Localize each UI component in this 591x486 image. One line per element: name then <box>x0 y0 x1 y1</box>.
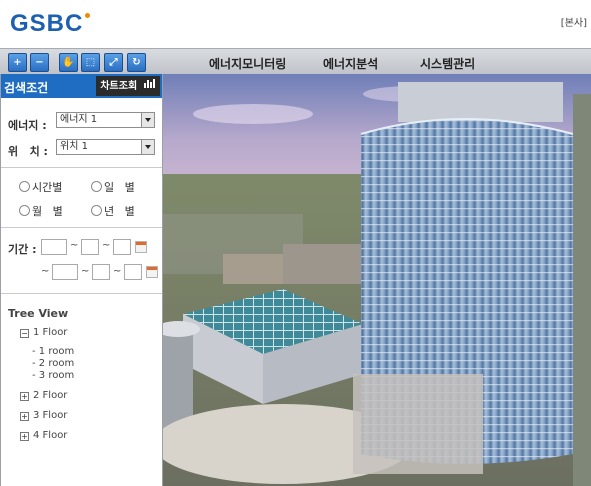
menu-energy-analysis[interactable]: 에너지분석 <box>323 55 378 72</box>
radio-daily[interactable] <box>91 181 102 192</box>
logo-dot <box>85 13 91 18</box>
chart-view-button[interactable]: 차트조회 <box>96 76 160 96</box>
range-separator: ~ <box>113 266 122 277</box>
energy-select-value: 에너지 1 <box>60 114 98 125</box>
start-year-input[interactable] <box>41 239 67 255</box>
radio-monthly-label: 월 별 <box>32 205 63 218</box>
bar-chart-icon <box>143 76 156 96</box>
expand-icon[interactable]: + <box>20 412 29 421</box>
chevron-down-icon <box>141 113 154 127</box>
tree-room-label: 1 room <box>38 346 75 357</box>
radio-hourly[interactable] <box>19 181 30 192</box>
logo-text: GSBC <box>10 10 84 37</box>
header: GSBC [본사] <box>0 0 591 48</box>
chevron-down-icon <box>141 140 154 154</box>
tree-node-floor-4[interactable]: 4 Floor <box>33 430 67 441</box>
menu-system-management[interactable]: 시스템관리 <box>420 55 475 72</box>
expand-icon[interactable]: + <box>20 392 29 401</box>
collapse-icon[interactable]: − <box>20 329 29 338</box>
sidebar-title: 검색조건 <box>4 81 49 95</box>
start-day-input[interactable] <box>113 239 131 255</box>
end-year-input[interactable] <box>52 264 78 280</box>
sidebar-header: 검색조건 차트조회 <box>1 74 162 98</box>
3d-scene-graphic <box>163 74 591 486</box>
search-sidebar: 검색조건 차트조회 에너지 : 에너지 1 위 치 : 위치 1 시간별 일 별… <box>0 74 163 486</box>
tree-node-floor-3[interactable]: 3 Floor <box>33 410 67 421</box>
tree-node-floor-1[interactable]: 1 Floor <box>33 327 67 338</box>
tree-room-label: 2 room <box>38 358 75 369</box>
period-label: 기간 : <box>8 243 37 256</box>
location-select[interactable]: 위치 1 <box>56 139 155 155</box>
tree-node-room[interactable]: - 1 room <box>32 346 74 357</box>
location-select-value: 위치 1 <box>60 141 88 152</box>
divider <box>1 167 162 168</box>
range-separator: ~ <box>70 240 79 251</box>
location-label: 위 치 : <box>8 145 48 158</box>
radio-yearly-label: 년 별 <box>104 205 135 218</box>
radio-monthly[interactable] <box>19 205 30 216</box>
top-link-headquarters[interactable]: [본사] <box>561 14 587 29</box>
energy-select[interactable]: 에너지 1 <box>56 112 155 128</box>
calendar-icon[interactable] <box>146 266 158 278</box>
expand-icon[interactable]: + <box>20 432 29 441</box>
start-month-input[interactable] <box>81 239 99 255</box>
divider <box>1 293 162 294</box>
pan-hand-icon[interactable]: ✋ <box>59 53 78 72</box>
chart-view-label: 차트조회 <box>100 81 138 92</box>
toolbar: + − ✋ ⬚ ⤢ ↻ 에너지모니터링 에너지분석 시스템관리 <box>0 48 591 76</box>
3d-building-view[interactable] <box>163 74 591 486</box>
energy-label: 에너지 : <box>8 119 47 132</box>
tree-node-room[interactable]: - 3 room <box>32 370 74 381</box>
fullscreen-icon[interactable]: ⤢ <box>104 53 123 72</box>
end-day-input[interactable] <box>124 264 142 280</box>
calendar-icon[interactable] <box>135 241 147 253</box>
tree-node-floor-2[interactable]: 2 Floor <box>33 390 67 401</box>
zoom-out-icon[interactable]: − <box>30 53 49 72</box>
range-separator: ~ <box>81 266 90 277</box>
tree-node-room[interactable]: - 2 room <box>32 358 74 369</box>
tree-view-title: Tree View <box>8 307 69 320</box>
end-month-input[interactable] <box>92 264 110 280</box>
tree-room-label: 3 room <box>38 370 75 381</box>
select-area-icon[interactable]: ⬚ <box>81 53 100 72</box>
refresh-icon[interactable]: ↻ <box>127 53 146 72</box>
radio-daily-label: 일 별 <box>104 181 135 194</box>
range-separator: ~ <box>41 266 50 277</box>
zoom-in-icon[interactable]: + <box>8 53 27 72</box>
menu-energy-monitoring[interactable]: 에너지모니터링 <box>209 55 286 72</box>
radio-yearly[interactable] <box>91 205 102 216</box>
divider <box>1 227 162 228</box>
radio-hourly-label: 시간별 <box>32 181 63 194</box>
logo[interactable]: GSBC <box>10 10 91 38</box>
range-separator: ~ <box>102 240 111 251</box>
